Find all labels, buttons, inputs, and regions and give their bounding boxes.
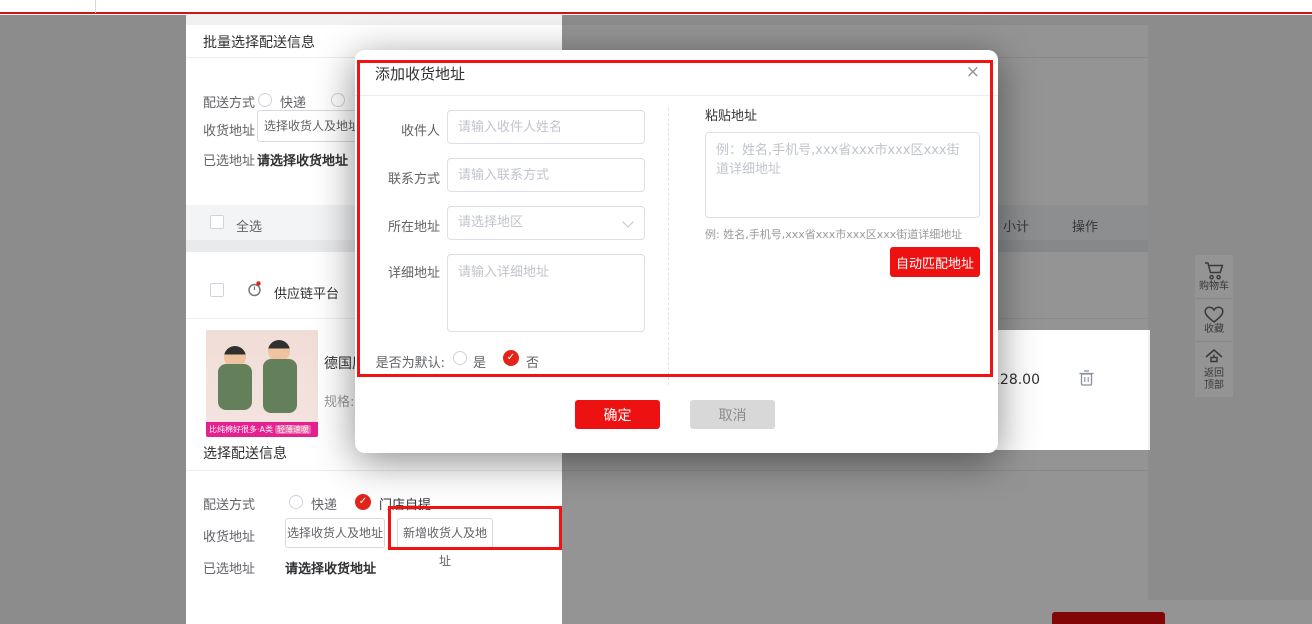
chosen-address-value: 请选择收货地址 bbox=[285, 558, 376, 577]
top-bar-divider bbox=[95, 0, 96, 13]
close-icon[interactable]: × bbox=[966, 62, 980, 82]
select-all-label[interactable]: 全选 bbox=[236, 216, 262, 235]
product-subtotal: 128.00 bbox=[991, 372, 1040, 388]
paste-address-label: 粘贴地址 bbox=[705, 105, 757, 124]
product-image[interactable]: 比纯棉好很多·A类轻薄速暖 bbox=[206, 330, 318, 437]
sidebar-favorites-label[interactable]: 收藏 bbox=[1195, 324, 1233, 336]
pickup-radio[interactable] bbox=[331, 93, 345, 107]
chosen-address-label: 已选地址 bbox=[203, 150, 255, 169]
subtotal-column-header: 小计 bbox=[1003, 216, 1029, 235]
delivery-section-title: 选择配送信息 bbox=[203, 443, 287, 463]
add-address-modal: 添加收货地址 × 收件人 联系方式 所在地址 请选择地区 详细地址 是否为默认:… bbox=[355, 50, 998, 453]
recipient-input[interactable] bbox=[447, 110, 645, 144]
delivery-method-label: 配送方式 bbox=[203, 494, 255, 513]
detail-textarea[interactable] bbox=[447, 254, 645, 332]
product-image-figure bbox=[263, 359, 297, 413]
select-all-checkbox[interactable] bbox=[210, 215, 224, 229]
chosen-address-value: 请选择收货地址 bbox=[257, 150, 348, 169]
store-icon bbox=[246, 280, 264, 298]
cart-icon bbox=[1203, 261, 1225, 281]
default-no-radio-checked[interactable]: ✓ bbox=[503, 350, 519, 366]
contact-input[interactable] bbox=[447, 158, 645, 192]
modal-header-divider bbox=[355, 95, 998, 96]
chevron-down-icon bbox=[622, 216, 633, 227]
action-column-header: 操作 bbox=[1072, 216, 1098, 235]
address-label: 收货地址 bbox=[203, 120, 255, 139]
check-icon: ✓ bbox=[507, 352, 515, 363]
back-to-top-icon bbox=[1203, 348, 1225, 368]
dim-overlay bbox=[0, 15, 186, 624]
product-image-figure bbox=[218, 364, 252, 410]
region-select-placeholder: 请选择地区 bbox=[458, 215, 523, 230]
modal-vertical-divider bbox=[668, 108, 669, 385]
region-label: 所在地址 bbox=[375, 216, 440, 235]
express-radio-label[interactable]: 快递 bbox=[311, 494, 337, 513]
select-address-button[interactable]: 选择收货人及地址 bbox=[285, 518, 385, 548]
sidebar-cart[interactable]: 购物车 bbox=[1195, 255, 1233, 299]
floating-sidebar: 购物车 收藏 返回顶部 bbox=[1195, 255, 1233, 397]
default-yes-label[interactable]: 是 bbox=[473, 352, 486, 371]
default-label: 是否为默认: bbox=[375, 352, 445, 371]
default-no-label[interactable]: 否 bbox=[526, 352, 539, 371]
batch-section-title: 批量选择配送信息 bbox=[203, 32, 315, 52]
banner-badge: 轻薄速暖 bbox=[275, 425, 311, 434]
cancel-button[interactable]: 取消 bbox=[690, 400, 775, 429]
auto-match-button[interactable]: 自动匹配地址 bbox=[890, 247, 980, 277]
paste-address-hint: 例: 姓名,手机号,xxx省xxx市xxx区xxx街道详细地址 bbox=[705, 226, 962, 242]
divider bbox=[186, 470, 1148, 471]
sidebar-cart-label[interactable]: 购物车 bbox=[1195, 281, 1233, 293]
default-yes-radio[interactable] bbox=[453, 351, 467, 365]
check-icon: ✓ bbox=[359, 496, 367, 507]
confirm-button[interactable]: 确定 bbox=[575, 400, 660, 429]
express-radio[interactable] bbox=[289, 495, 303, 509]
paste-address-textarea[interactable] bbox=[705, 132, 980, 218]
add-address-button[interactable]: 新增收货人及地址 bbox=[397, 518, 493, 548]
store-name[interactable]: 供应链平台 bbox=[274, 283, 339, 302]
delivery-method-label: 配送方式 bbox=[203, 92, 255, 111]
recipient-label: 收件人 bbox=[375, 120, 440, 139]
sidebar-favorites[interactable]: 收藏 bbox=[1195, 299, 1233, 342]
checkout-button[interactable] bbox=[1052, 612, 1165, 624]
detail-label: 详细地址 bbox=[375, 262, 440, 281]
express-radio-label[interactable]: 快递 bbox=[280, 92, 306, 111]
browser-top-bar bbox=[0, 0, 1312, 14]
region-select[interactable]: 请选择地区 bbox=[447, 206, 645, 240]
pickup-radio-label[interactable]: 门店自提 bbox=[379, 494, 431, 513]
sidebar-back-to-top-label[interactable]: 返回顶部 bbox=[1201, 368, 1227, 392]
address-label: 收货地址 bbox=[203, 526, 255, 545]
banner-text: 比纯棉好很多·A类 bbox=[209, 425, 273, 434]
heart-icon bbox=[1203, 305, 1225, 324]
select-address-button[interactable]: 选择收货人及地址 bbox=[257, 110, 367, 142]
express-radio[interactable] bbox=[258, 93, 272, 107]
sidebar-back-to-top[interactable]: 返回顶部 bbox=[1195, 342, 1233, 397]
modal-title: 添加收货地址 bbox=[375, 63, 465, 84]
product-image-banner: 比纯棉好很多·A类轻薄速暖 bbox=[206, 422, 318, 437]
store-checkbox[interactable] bbox=[210, 283, 224, 297]
pickup-radio-checked[interactable]: ✓ bbox=[355, 494, 371, 510]
delete-icon[interactable] bbox=[1078, 369, 1095, 387]
chosen-address-label: 已选地址 bbox=[203, 558, 255, 577]
contact-label: 联系方式 bbox=[375, 168, 440, 187]
